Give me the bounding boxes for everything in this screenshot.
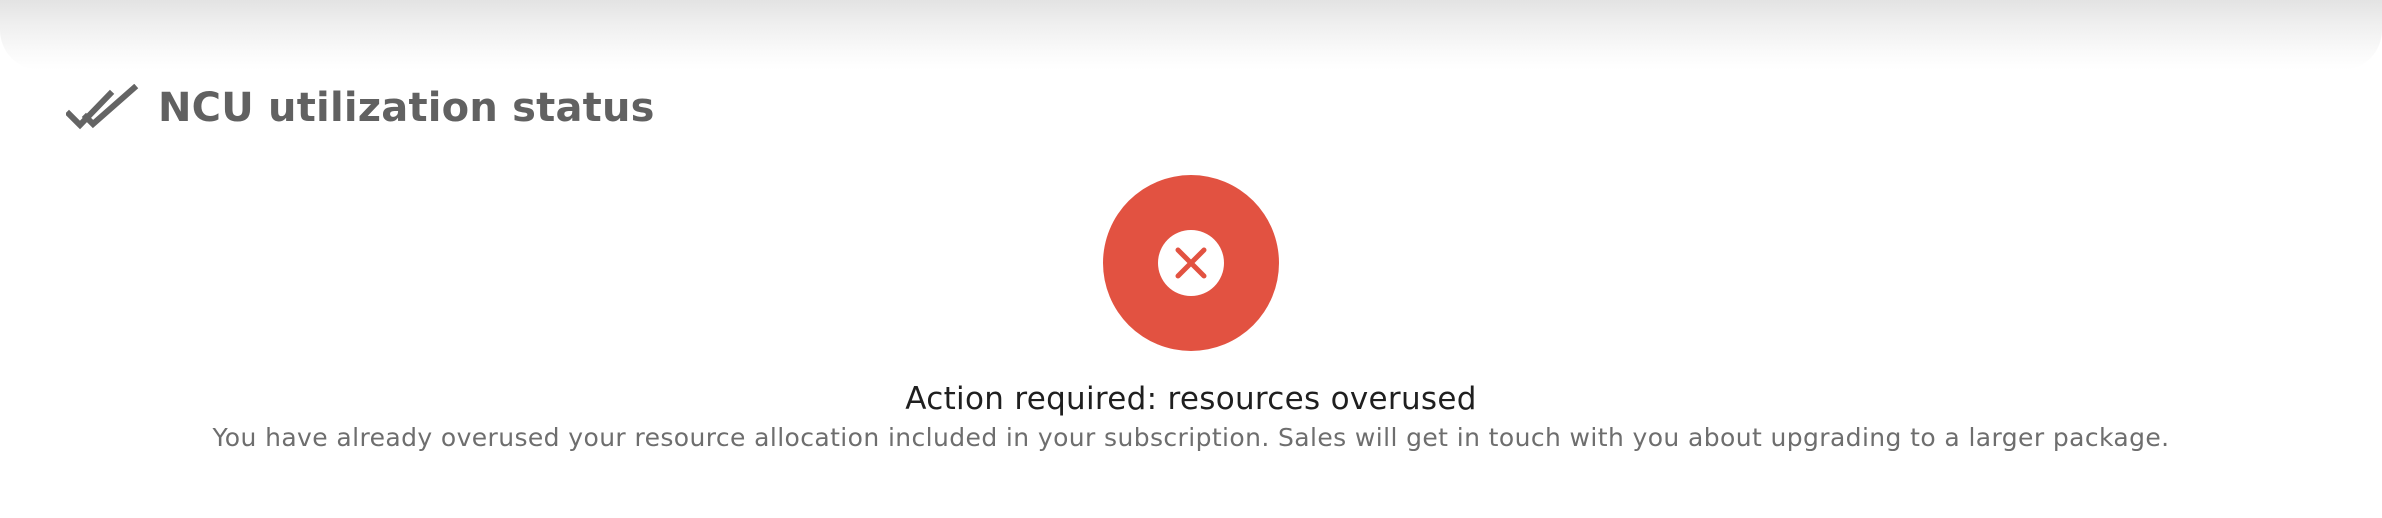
section-header: NCU utilization status [66,78,655,138]
section-title: NCU utilization status [158,85,655,131]
status-description: You have already overused your resource … [212,423,2170,452]
ncu-status-panel: NCU utilization status Action required: … [0,0,2382,518]
error-status-indicator [1103,175,1279,351]
double-check-icon [66,84,140,132]
top-bar-shadow [0,0,2382,70]
status-content: Action required: resources overused You … [0,175,2382,452]
status-title: Action required: resources overused [905,381,1477,417]
error-x-icon [1158,230,1224,296]
